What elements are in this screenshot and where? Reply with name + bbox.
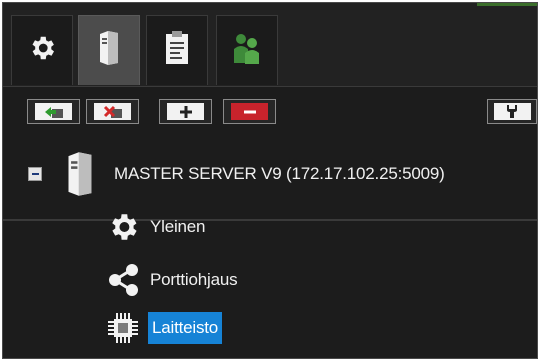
- chip-icon: [106, 311, 140, 345]
- collapse-button[interactable]: [223, 99, 276, 124]
- tab-users[interactable]: [216, 15, 278, 85]
- minus-icon: [231, 103, 268, 120]
- toolbar: [3, 87, 537, 221]
- server-icon: [61, 151, 99, 197]
- tab-reports[interactable]: [146, 15, 208, 85]
- green-indicator: [477, 3, 537, 6]
- remove-server-button[interactable]: [86, 99, 139, 124]
- plus-icon: [167, 103, 204, 120]
- tab-strip: [3, 3, 537, 87]
- gear-icon: [106, 210, 140, 244]
- clipboard-icon: [165, 31, 189, 70]
- tree-item-label: Laitteisto: [148, 312, 223, 344]
- add-server-button[interactable]: [27, 99, 80, 124]
- tree-item-porttiohjaus[interactable]: Porttiohjaus: [106, 263, 238, 297]
- tree-root-label: MASTER SERVER V9 (172.17.102.25:5009): [114, 164, 445, 183]
- tree-expander[interactable]: [28, 167, 42, 181]
- users-icon: [232, 31, 262, 70]
- server-icon: [96, 30, 122, 71]
- tree-item-yleinen[interactable]: Yleinen: [106, 210, 206, 244]
- tab-settings[interactable]: [11, 15, 73, 85]
- share-icon: [106, 263, 140, 297]
- tools-button[interactable]: [487, 99, 537, 124]
- tab-servers[interactable]: [78, 15, 140, 85]
- wrench-icon: [493, 103, 531, 120]
- tree-root-server[interactable]: MASTER SERVER V9 (172.17.102.25:5009): [61, 151, 445, 197]
- add-server-icon: [35, 103, 72, 120]
- server-tree: MASTER SERVER V9 (172.17.102.25:5009) Yl…: [3, 139, 537, 358]
- remove-server-icon: [94, 103, 131, 120]
- gear-icon: [27, 33, 57, 68]
- server-settings-panel: MASTER SERVER V9 (172.17.102.25:5009) Yl…: [2, 2, 538, 359]
- tree-item-laitteisto[interactable]: Laitteisto: [106, 311, 223, 345]
- tree-item-label: Yleinen: [150, 217, 206, 236]
- expand-button[interactable]: [159, 99, 212, 124]
- tree-item-label: Porttiohjaus: [150, 270, 238, 289]
